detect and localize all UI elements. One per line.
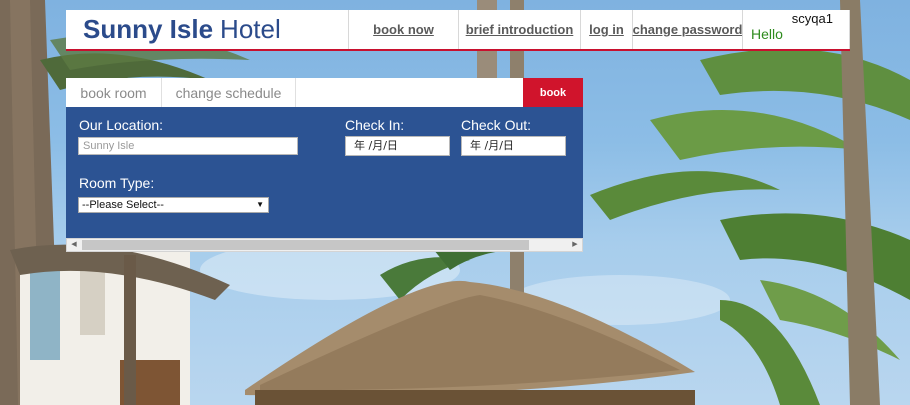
room-type-label: Room Type:: [79, 175, 155, 191]
nav-change-password-link[interactable]: change password: [632, 10, 742, 49]
user-info: scyqa1 Hello: [742, 10, 850, 49]
site-logo[interactable]: Sunny Isle Hotel: [66, 10, 348, 49]
tab-change-schedule[interactable]: change schedule: [162, 78, 296, 107]
caret-down-icon: ▼: [256, 200, 264, 209]
location-input[interactable]: [78, 137, 298, 155]
booking-tabs: book room change schedule book: [66, 78, 583, 107]
check-out-date-input[interactable]: 年 /月/日: [461, 136, 566, 156]
horizontal-scrollbar[interactable]: ◀ ▶: [66, 238, 583, 252]
site-header: Sunny Isle Hotel book now brief introduc…: [66, 10, 850, 51]
brand-name: Sunny Isle: [83, 14, 214, 44]
arrow-right-icon[interactable]: ▶: [568, 239, 582, 251]
nav-log-in-link[interactable]: log in: [580, 10, 632, 49]
arrow-left-icon[interactable]: ◀: [67, 239, 81, 251]
tab-book-room[interactable]: book room: [66, 78, 162, 107]
brand-suffix: Hotel: [220, 14, 281, 44]
booking-form: Our Location: Check In: Check Out: 年 /月/…: [66, 107, 583, 238]
location-label: Our Location:: [79, 117, 164, 133]
check-in-date-input[interactable]: 年 /月/日: [345, 136, 450, 156]
username: scyqa1: [791, 11, 833, 26]
nav-book-now-link[interactable]: book now: [348, 10, 458, 49]
check-out-label: Check Out:: [461, 117, 532, 133]
booking-panel: book room change schedule book Our Locat…: [66, 78, 583, 252]
room-type-selected-value: --Please Select--: [82, 199, 164, 211]
nav-brief-introduction-link[interactable]: brief introduction: [458, 10, 580, 49]
check-in-label: Check In:: [345, 117, 405, 133]
tab-spacer: [296, 78, 523, 107]
book-button[interactable]: book: [523, 78, 583, 107]
room-type-select[interactable]: --Please Select-- ▼: [78, 197, 269, 213]
scrollbar-thumb[interactable]: [82, 240, 529, 250]
greeting-text: Hello: [751, 26, 783, 42]
main-nav: book now brief introduction log in chang…: [348, 10, 850, 49]
